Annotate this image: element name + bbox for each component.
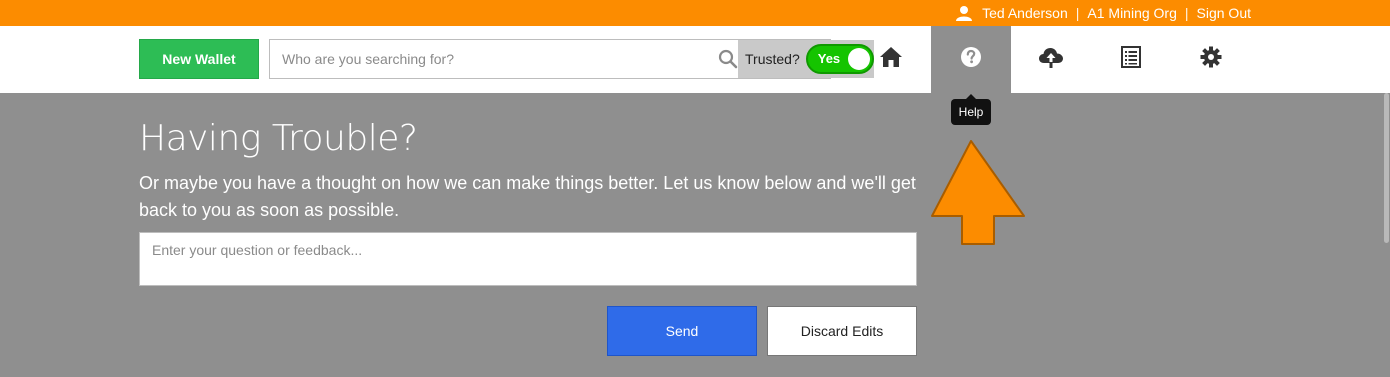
separator: | (1184, 5, 1189, 21)
nav-home[interactable] (851, 26, 931, 93)
user-name[interactable]: Ted Anderson (982, 5, 1068, 21)
cloud-upload-icon (1038, 46, 1064, 73)
page-subtitle: Or maybe you have a thought on how we ca… (139, 173, 916, 220)
sign-out-link[interactable]: Sign Out (1197, 5, 1251, 21)
page-title: Having Trouble? (139, 118, 418, 159)
main-nav (851, 26, 1251, 93)
scrollbar[interactable] (1384, 93, 1389, 243)
send-button[interactable]: Send (607, 306, 757, 356)
user-menu: Ted Anderson | A1 Mining Org | Sign Out (956, 0, 1251, 26)
org-name[interactable]: A1 Mining Org (1087, 5, 1176, 21)
nav-list[interactable] (1091, 26, 1171, 93)
top-bar: Ted Anderson | A1 Mining Org | Sign Out (0, 0, 1390, 26)
help-icon (960, 46, 982, 73)
user-icon (956, 5, 973, 21)
search-input[interactable] (270, 40, 718, 78)
gear-icon (1200, 46, 1222, 73)
up-arrow-annotation (930, 138, 1028, 251)
toggle-label: Yes (817, 51, 841, 66)
discard-edits-button[interactable]: Discard Edits (767, 306, 917, 356)
list-icon (1121, 46, 1141, 73)
search-bar: Trusted? Yes (269, 39, 874, 79)
nav-settings[interactable] (1171, 26, 1251, 93)
nav-help[interactable] (931, 26, 1011, 93)
home-icon (879, 46, 903, 73)
feedback-input[interactable] (139, 232, 917, 286)
separator: | (1075, 5, 1080, 21)
nav-upload[interactable] (1011, 26, 1091, 93)
search-icon[interactable] (718, 40, 738, 78)
new-wallet-button[interactable]: New Wallet (139, 39, 259, 79)
header: New Wallet Trusted? Yes (0, 26, 1390, 93)
help-tooltip: Help (951, 94, 991, 125)
trusted-label: Trusted? (745, 51, 800, 67)
